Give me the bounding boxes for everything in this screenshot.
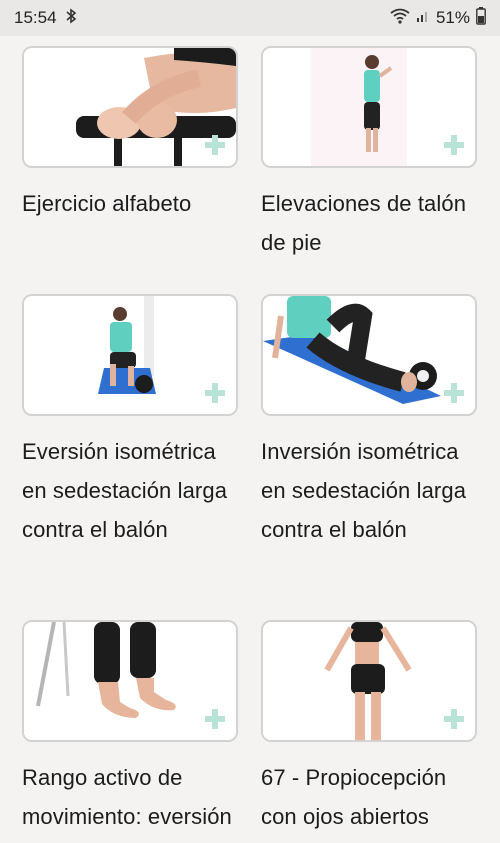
status-right: 51%	[390, 6, 486, 30]
wifi-icon	[390, 8, 410, 29]
status-bar: 15:54 51%	[0, 0, 500, 36]
exercise-title[interactable]: 67 - Propiocepción con ojos abiertos	[261, 758, 477, 836]
bluetooth-icon	[65, 7, 77, 29]
exercise-title[interactable]: Inversión isométrica en sedestación larg…	[261, 432, 477, 549]
exercise-title[interactable]: Eversión isométrica en sedestación larga…	[22, 432, 238, 549]
exercise-thumbnail[interactable]	[261, 620, 477, 742]
exercise-grid: Ejercicio alfabeto Elevaciones de talón …	[0, 36, 500, 843]
add-icon[interactable]	[443, 708, 465, 730]
add-icon[interactable]	[204, 134, 226, 156]
add-icon[interactable]	[204, 382, 226, 404]
exercise-card[interactable]: Elevaciones de talón de pie	[261, 46, 477, 262]
exercise-card[interactable]: 67 - Propiocepción con ojos abiertos	[261, 620, 477, 836]
exercise-thumbnail[interactable]	[261, 294, 477, 416]
exercise-thumbnail[interactable]	[22, 620, 238, 742]
exercise-title[interactable]: Rango activo de movimiento: eversión del…	[22, 758, 238, 843]
exercise-title[interactable]: Elevaciones de talón de pie	[261, 184, 477, 262]
exercise-card[interactable]: Eversión isométrica en sedestación larga…	[22, 294, 238, 549]
exercise-thumbnail[interactable]	[261, 46, 477, 168]
exercise-card[interactable]: Rango activo de movimiento: eversión del…	[22, 620, 238, 843]
signal-icon	[416, 8, 430, 28]
exercise-card[interactable]: Ejercicio alfabeto	[22, 46, 238, 223]
exercise-title[interactable]: Ejercicio alfabeto	[22, 184, 238, 223]
status-time: 15:54	[14, 8, 57, 27]
add-icon[interactable]	[204, 708, 226, 730]
battery-percent: 51%	[435, 8, 470, 27]
status-left: 15:54	[14, 7, 77, 29]
exercise-thumbnail[interactable]	[22, 294, 238, 416]
battery-icon	[476, 6, 486, 30]
exercise-thumbnail[interactable]	[22, 46, 238, 168]
add-icon[interactable]	[443, 134, 465, 156]
exercise-card[interactable]: Inversión isométrica en sedestación larg…	[261, 294, 477, 549]
add-icon[interactable]	[443, 382, 465, 404]
